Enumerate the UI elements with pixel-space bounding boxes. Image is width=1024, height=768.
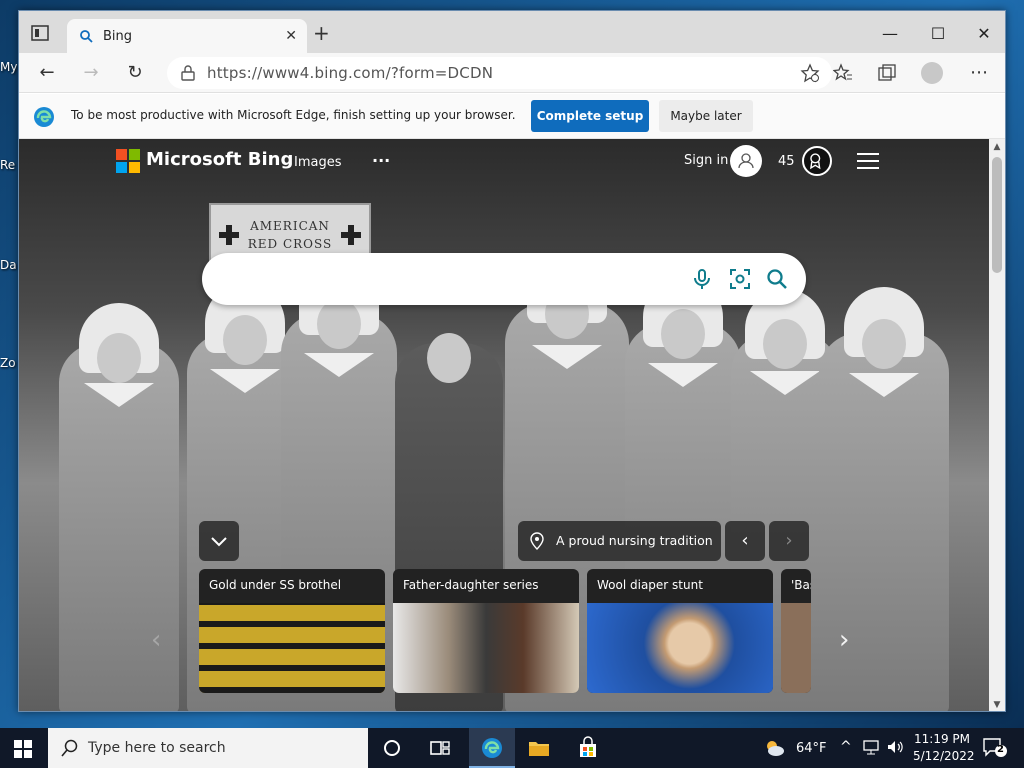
browser-toolbar: ← → ↻ https://www4.bing.com/?form=DCDN ⋯ — [19, 53, 1005, 93]
windows-taskbar: Type here to search 64°F ^ 11:19 PM 5/12… — [0, 728, 1024, 768]
nav-images[interactable]: Images — [294, 155, 342, 170]
close-window-button[interactable]: ✕ — [961, 19, 1005, 49]
address-bar[interactable]: https://www4.bing.com/?form=DCDN — [167, 57, 832, 89]
bing-brand[interactable]: Microsoft Bing — [146, 149, 293, 170]
sign-in-link[interactable]: Sign in — [684, 153, 728, 168]
search-icon — [80, 30, 93, 43]
news-card[interactable]: Father-daughter series — [393, 569, 579, 693]
image-caption-text: A proud nursing tradition — [556, 533, 713, 548]
carousel-next-icon[interactable]: › — [839, 625, 849, 655]
maybe-later-button[interactable]: Maybe later — [659, 100, 753, 132]
nav-more[interactable]: ··· — [372, 151, 390, 170]
news-card-title: 'Bas — [791, 578, 811, 592]
search-input[interactable] — [220, 265, 680, 293]
notification-count: 2 — [997, 744, 1004, 755]
forward-arrow-icon[interactable]: → — [79, 61, 103, 85]
close-tab-icon[interactable]: ✕ — [285, 28, 297, 44]
background-figure — [819, 287, 949, 711]
minimize-button[interactable]: — — [867, 19, 913, 49]
carousel-prev-icon[interactable]: ‹ — [151, 625, 161, 655]
microphone-icon[interactable] — [690, 267, 714, 291]
scroll-up-icon[interactable]: ▲ — [989, 139, 1005, 155]
back-arrow-icon[interactable]: ← — [35, 61, 59, 85]
news-card[interactable]: 'Bas — [781, 569, 811, 693]
complete-setup-button[interactable]: Complete setup — [531, 100, 649, 132]
chevron-down-icon — [211, 537, 227, 547]
infobar-message: To be most productive with Microsoft Edg… — [71, 108, 516, 122]
taskbar-search-placeholder: Type here to search — [88, 740, 226, 756]
microsoft-logo-icon[interactable] — [116, 149, 140, 173]
browser-window: Bing ✕ + — ☐ ✕ ← → ↻ https://www4.bing.c… — [18, 10, 1006, 712]
refresh-icon[interactable]: ↻ — [123, 61, 147, 85]
file-explorer-icon[interactable] — [527, 736, 551, 760]
desktop-icon-label[interactable]: Re — [0, 158, 15, 172]
windows-start-icon[interactable] — [14, 740, 32, 758]
new-tab-icon[interactable]: + — [313, 23, 330, 43]
notification-center-icon[interactable]: 2 — [982, 736, 1008, 760]
desktop-icon-label[interactable]: My — [0, 60, 17, 74]
collections-icon[interactable] — [877, 63, 897, 83]
news-card[interactable]: Wool diaper stunt — [587, 569, 773, 693]
edge-browser-icon — [482, 738, 502, 758]
task-view-icon[interactable] — [428, 736, 452, 760]
url-text: https://www4.bing.com/?form=DCDN — [207, 64, 494, 82]
edge-logo-icon — [34, 107, 54, 127]
visual-search-icon[interactable] — [728, 267, 752, 291]
desktop-icon-label[interactable]: Zo — [0, 356, 16, 370]
menu-hamburger-icon[interactable] — [857, 153, 879, 169]
news-card-image — [587, 603, 773, 693]
scroll-thumb[interactable] — [992, 157, 1002, 273]
background-figure — [59, 303, 179, 711]
news-card-title: Father-daughter series — [403, 578, 539, 592]
favorites-icon[interactable] — [833, 63, 853, 83]
taskbar-search-box[interactable]: Type here to search — [48, 728, 368, 768]
clock-date[interactable]: 5/12/2022 — [913, 749, 975, 763]
news-card[interactable]: Gold under SS brothel — [199, 569, 385, 693]
network-icon[interactable] — [862, 738, 880, 756]
news-card-image — [393, 603, 579, 693]
previous-image-button[interactable]: ‹ — [725, 521, 765, 561]
tab-bar: Bing ✕ + — ☐ ✕ — [19, 11, 1005, 53]
microsoft-store-icon[interactable] — [576, 736, 600, 760]
red-cross-icon — [341, 225, 361, 245]
clock-time[interactable]: 11:19 PM — [914, 732, 970, 746]
more-options-icon[interactable]: ⋯ — [967, 61, 991, 85]
chevron-up-icon[interactable]: ^ — [840, 739, 852, 755]
rewards-medal-icon[interactable] — [802, 146, 832, 176]
setup-infobar: To be most productive with Microsoft Edg… — [19, 94, 1005, 139]
lock-icon[interactable] — [181, 65, 195, 81]
tab-actions-icon[interactable] — [31, 25, 49, 41]
desktop-icon-label[interactable]: Da — [0, 258, 17, 272]
volume-icon[interactable] — [886, 738, 904, 756]
news-card-image — [781, 603, 811, 693]
news-card-title: Gold under SS brothel — [209, 578, 342, 592]
search-icon — [61, 739, 78, 757]
search-box — [202, 253, 806, 305]
profile-avatar[interactable] — [921, 62, 943, 84]
maximize-button[interactable]: ☐ — [915, 19, 961, 49]
rewards-points[interactable]: 45 — [778, 154, 795, 169]
image-caption-button[interactable]: A proud nursing tradition — [518, 521, 721, 561]
search-icon[interactable] — [765, 267, 789, 291]
news-card-title: Wool diaper stunt — [597, 578, 703, 592]
add-favorite-icon[interactable] — [800, 63, 820, 83]
cortana-icon[interactable] — [380, 736, 404, 760]
notification-bubble-icon — [983, 738, 1007, 757]
news-card-image — [199, 603, 385, 693]
user-avatar-icon[interactable] — [730, 145, 762, 177]
collapse-feed-button[interactable] — [199, 521, 239, 561]
next-image-button[interactable]: › — [769, 521, 809, 561]
bing-homepage: AMERICAN RED CROSS Microsoft Bing Images… — [19, 139, 989, 711]
scroll-down-icon[interactable]: ▼ — [989, 697, 1005, 711]
weather-cloud-sun-icon[interactable] — [762, 736, 786, 760]
tab-bing[interactable]: Bing ✕ — [67, 19, 307, 53]
tab-title: Bing — [103, 29, 133, 44]
weather-temperature[interactable]: 64°F — [796, 741, 827, 756]
page-scrollbar[interactable]: ▲ ▼ — [989, 139, 1005, 711]
taskbar-edge-active[interactable] — [469, 728, 515, 768]
location-pin-icon — [530, 532, 544, 550]
